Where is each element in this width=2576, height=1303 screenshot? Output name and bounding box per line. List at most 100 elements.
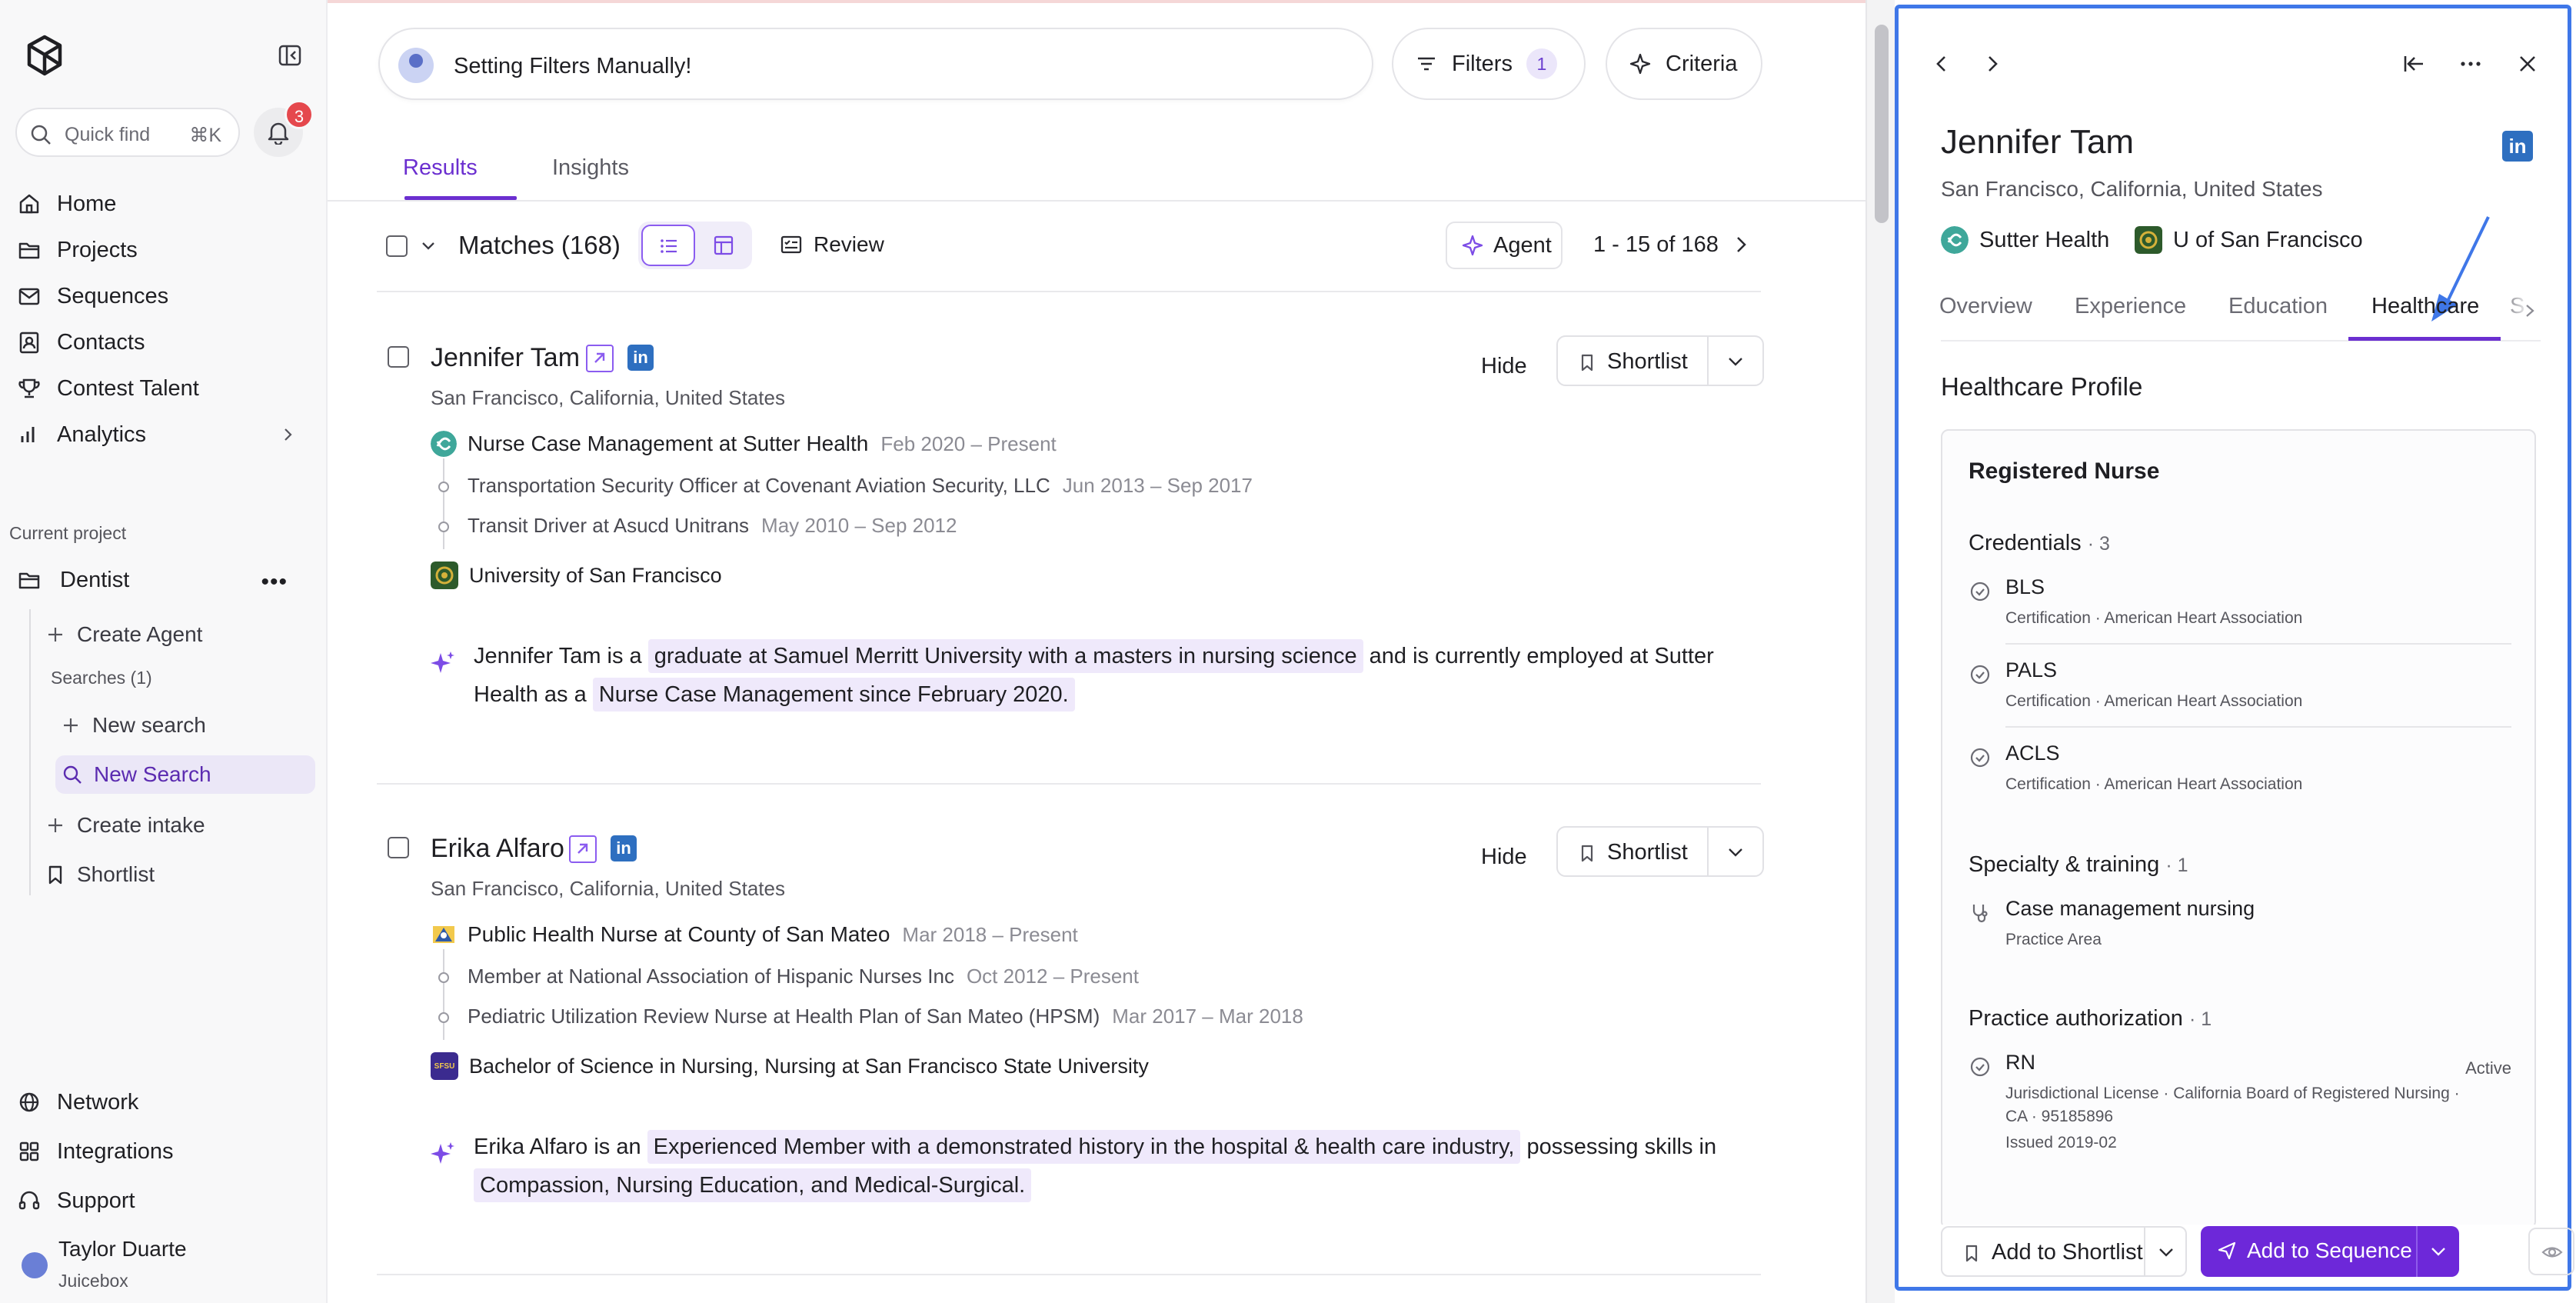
nav-contest-talent[interactable]: Contest Talent: [17, 369, 309, 408]
chevron-right-icon[interactable]: [1979, 51, 2005, 77]
nav-analytics[interactable]: Analytics: [17, 415, 309, 454]
open-external-icon[interactable]: [586, 345, 614, 372]
panel-company[interactable]: Sutter Health: [1941, 226, 2109, 254]
user-org: Juicebox: [58, 1271, 128, 1291]
candidate-checkbox[interactable]: [388, 837, 409, 858]
create-agent-button[interactable]: Create Agent: [45, 615, 314, 654]
hide-button[interactable]: Hide: [1481, 354, 1527, 379]
candidate-checkbox[interactable]: [388, 346, 409, 368]
authorization-label: Practice authorization: [1969, 1006, 2183, 1031]
tab-results[interactable]: Results: [403, 155, 478, 181]
nav-projects[interactable]: Projects: [17, 231, 309, 269]
credential-divider: [2005, 643, 2511, 645]
search-item-new-search[interactable]: New Search: [55, 755, 315, 794]
preview-button[interactable]: [2528, 1228, 2574, 1275]
tab-overview[interactable]: Overview: [1939, 294, 2032, 319]
search-query-bar[interactable]: Setting Filters Manually!: [378, 28, 1373, 100]
hide-button[interactable]: Hide: [1481, 845, 1527, 870]
add-to-shortlist-button[interactable]: Add to Shortlist: [1941, 1226, 2187, 1277]
shortlist-button[interactable]: Shortlist: [1556, 335, 1764, 386]
nav-support[interactable]: Support: [17, 1181, 309, 1220]
education-label: University of San Francisco: [469, 563, 722, 587]
list-icon: [661, 239, 677, 253]
new-search-button[interactable]: New search: [60, 706, 329, 745]
linkedin-icon[interactable]: in: [627, 345, 654, 371]
nav-integrations[interactable]: Integrations: [17, 1132, 309, 1171]
tab-healthcare[interactable]: Healthcare: [2371, 294, 2479, 319]
tab-education[interactable]: Education: [2228, 294, 2328, 319]
chevron-down-icon[interactable]: [2428, 1242, 2448, 1261]
check-circle-icon: [1970, 665, 1990, 685]
criteria-label: Criteria: [1666, 51, 1738, 76]
summary-text: Erika Alfaro is an: [474, 1135, 647, 1159]
sutter-health-logo-icon: [431, 431, 457, 457]
add-to-sequence-button[interactable]: Add to Sequence: [2201, 1226, 2459, 1277]
main-tabs: Results Insights: [328, 138, 1865, 202]
table-view-icon[interactable]: [712, 234, 735, 257]
healthcare-profile-card: Registered Nurse Credentials · 3 BLS Cer…: [1941, 429, 2536, 1229]
current-job: Nurse Case Management at Sutter Health F…: [431, 431, 1057, 457]
nav-contacts[interactable]: Contacts: [17, 323, 309, 362]
nav-network[interactable]: Network: [17, 1083, 309, 1121]
notifications-button[interactable]: 3: [254, 100, 314, 157]
nav-home[interactable]: Home: [17, 185, 309, 223]
candidate-name[interactable]: Erika Alfaro: [431, 834, 564, 864]
criteria-button[interactable]: Criteria: [1606, 28, 1762, 100]
tab-experience[interactable]: Experience: [2075, 294, 2186, 319]
nav-support-label: Support: [57, 1188, 135, 1213]
chevron-down-icon[interactable]: [420, 238, 437, 254]
specialty-count: · 1: [2165, 855, 2188, 876]
check-circle-icon: [1970, 1057, 1990, 1077]
chevron-down-icon[interactable]: [2156, 1243, 2176, 1261]
card-divider: [377, 1274, 1761, 1275]
more-options-icon[interactable]: [2458, 51, 2484, 77]
candidate-detail-panel: Jennifer Tam in San Francisco, Californi…: [1895, 0, 2576, 1303]
sidebar-collapse-icon[interactable]: [278, 45, 301, 66]
search-query-text: Setting Filters Manually!: [454, 54, 692, 78]
past-job-title: Pediatric Utilization Review Nurse at He…: [468, 1005, 1100, 1028]
tab-insights[interactable]: Insights: [552, 155, 629, 181]
select-all-checkbox[interactable]: [386, 235, 408, 257]
open-external-icon[interactable]: [569, 835, 597, 863]
scrollbar-thumb[interactable]: [1875, 25, 1889, 223]
user-profile[interactable]: Taylor Duarte Juicebox: [18, 1237, 311, 1298]
candidate-card[interactable]: Jennifer Tam in San Francisco, Californi…: [377, 332, 1764, 786]
chevron-down-icon[interactable]: [1726, 843, 1746, 861]
filters-button[interactable]: Filters 1: [1392, 28, 1586, 100]
avatar: [22, 1252, 48, 1278]
quick-find-input[interactable]: Quick find ⌘K: [15, 108, 240, 157]
filter-icon: [1418, 57, 1435, 71]
top-accent-line: [328, 0, 1865, 3]
shortlist-nav-item[interactable]: Shortlist: [45, 855, 314, 894]
next-page-icon[interactable]: [1730, 234, 1752, 255]
chevron-right-icon[interactable]: [2522, 302, 2538, 320]
close-icon[interactable]: [2514, 51, 2541, 77]
authorization-count: · 1: [2188, 1008, 2212, 1030]
pagination-label: 1 - 15 of 168: [1593, 232, 1719, 257]
healthcare-profile-title: Healthcare Profile: [1941, 372, 2143, 401]
collapse-panel-icon[interactable]: [2401, 51, 2427, 77]
education-label: Bachelor of Science in Nursing, Nursing …: [469, 1054, 1149, 1078]
agent-button[interactable]: Agent: [1446, 222, 1563, 269]
chevron-down-icon[interactable]: [1726, 352, 1746, 371]
user-avatar-icon: [398, 48, 434, 83]
panel-school[interactable]: U of San Francisco: [2135, 226, 2363, 254]
app-logo-icon[interactable]: [26, 34, 63, 77]
project-dentist[interactable]: Dentist •••: [17, 560, 309, 600]
create-intake-button[interactable]: Create intake: [45, 806, 314, 845]
shortlist-button[interactable]: Shortlist: [1556, 826, 1764, 877]
summary-text: Jennifer Tam is a: [474, 644, 648, 668]
nav-sequences[interactable]: Sequences: [17, 277, 309, 315]
candidate-card[interactable]: Erika Alfaro in San Francisco, Californi…: [377, 823, 1764, 1277]
search-icon: [31, 125, 51, 145]
review-button[interactable]: Review: [780, 232, 884, 257]
candidate-name[interactable]: Jennifer Tam: [431, 343, 580, 373]
list-view-button[interactable]: [641, 225, 695, 266]
linkedin-icon[interactable]: in: [611, 835, 637, 861]
sfsu-logo-icon: SFSU: [431, 1052, 458, 1080]
add-to-shortlist-label: Add to Shortlist: [1992, 1240, 2143, 1265]
project-more-icon[interactable]: •••: [261, 569, 288, 595]
chevron-left-icon[interactable]: [1929, 51, 1955, 77]
linkedin-icon[interactable]: in: [2502, 131, 2533, 162]
scrollbar[interactable]: [1865, 0, 1895, 1303]
